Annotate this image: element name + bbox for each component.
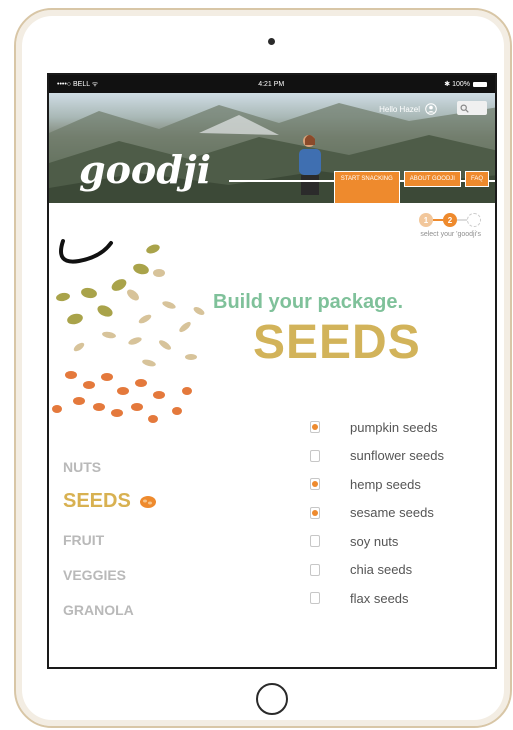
top-nav: START SNACKING ABOUT GOODJI FAQ (333, 171, 489, 203)
nav-faq[interactable]: FAQ (464, 171, 489, 187)
user-icon (425, 103, 437, 115)
option-label: chia seeds (350, 562, 413, 578)
home-button[interactable] (256, 683, 288, 715)
camera-dot (268, 38, 275, 45)
svg-text:goodji: goodji (79, 147, 211, 192)
step-connector (457, 219, 467, 221)
option-flax-seeds[interactable]: flax seeds (310, 584, 444, 613)
category-menu: NUTS SEEDS FRUIT VEGGIES GRANOLA (63, 459, 157, 637)
carrier-label: ••••○ BELL ᯤ (57, 80, 99, 88)
seeds-illustration (52, 239, 205, 423)
step-3[interactable] (467, 213, 481, 227)
option-hemp-seeds[interactable]: hemp seeds (310, 470, 444, 499)
checkbox[interactable] (310, 535, 320, 548)
search-icon (460, 104, 469, 113)
build-package-headline: Build your package. (213, 291, 404, 313)
category-nuts[interactable]: NUTS (63, 459, 157, 475)
option-label: pumpkin seeds (350, 419, 438, 435)
search-input[interactable] (457, 101, 487, 115)
category-fruit[interactable]: FRUIT (63, 532, 157, 548)
hero-banner: Hello Hazel goodji START SNACKING ABOUT … (49, 93, 495, 203)
nav-start-snacking[interactable]: START SNACKING (333, 171, 400, 203)
step-2[interactable]: 2 (443, 213, 457, 227)
app-screen: ••••○ BELL ᯤ 4:21 PM ✱ 100% Hello Hazel (47, 73, 497, 669)
option-label: flax seeds (350, 590, 409, 606)
status-time: 4:21 PM (258, 80, 285, 88)
nav-about-goodji[interactable]: ABOUT GOODJI (403, 171, 461, 187)
option-sesame-seeds[interactable]: sesame seeds (310, 499, 444, 528)
category-veggies[interactable]: VEGGIES (63, 567, 157, 583)
checkbox[interactable] (310, 563, 320, 576)
category-granola[interactable]: GRANOLA (63, 602, 157, 618)
checkbox[interactable] (310, 478, 320, 491)
option-pumpkin-seeds[interactable]: pumpkin seeds (310, 413, 444, 442)
option-chia-seeds[interactable]: chia seeds (310, 556, 444, 585)
hiker-figure (299, 135, 321, 195)
battery-indicator: ✱ 100% (444, 80, 487, 88)
goodji-logo[interactable]: goodji (79, 143, 229, 201)
checkbox[interactable] (310, 449, 320, 462)
checkbox[interactable] (310, 592, 320, 605)
step-progress: 1 2 (419, 213, 481, 227)
greeting-label: Hello Hazel (379, 104, 420, 114)
steps-caption: select your 'goodji's (420, 231, 481, 238)
battery-icon (472, 81, 487, 87)
checkbox[interactable] (310, 421, 320, 434)
checkbox[interactable] (310, 506, 320, 519)
category-title: SEEDS (253, 316, 421, 369)
seed-options: pumpkin seeds sunflower seeds hemp seeds… (310, 413, 444, 613)
step-1[interactable]: 1 (419, 213, 433, 227)
option-label: sunflower seeds (350, 448, 444, 464)
step-connector (433, 219, 443, 221)
option-sunflower-seeds[interactable]: sunflower seeds (310, 442, 444, 471)
category-seeds[interactable]: SEEDS (63, 490, 157, 513)
option-label: hemp seeds (350, 476, 421, 492)
user-greeting[interactable]: Hello Hazel (379, 103, 437, 115)
status-bar: ••••○ BELL ᯤ 4:21 PM ✱ 100% (49, 75, 495, 93)
option-label: soy nuts (350, 533, 399, 549)
option-label: sesame seeds (350, 505, 434, 521)
option-soy-nuts[interactable]: soy nuts (310, 527, 444, 556)
seeds-icon (139, 495, 156, 508)
battery-label: ✱ 100% (444, 81, 470, 88)
category-seeds-label: SEEDS (63, 490, 131, 512)
